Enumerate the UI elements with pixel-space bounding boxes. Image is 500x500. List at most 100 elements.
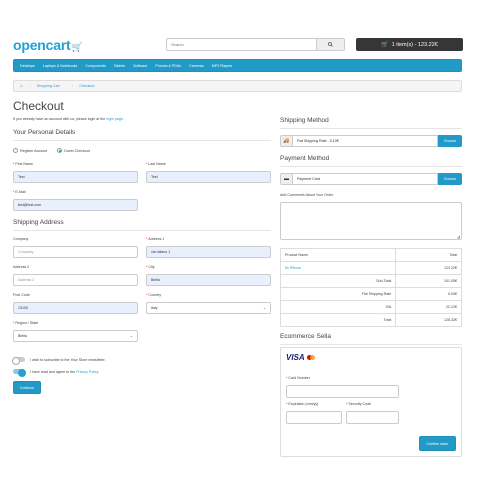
breadcrumb: ⌂ › Shopping Cart › Checkout xyxy=(13,80,462,92)
last-name-label: * Last Name xyxy=(146,162,166,166)
country-select[interactable]: Italy ⌄ xyxy=(146,302,271,314)
privacy-toggle[interactable] xyxy=(13,368,26,377)
shipping-method-row: 🚚 Flat Shipping Rate - 5.10€ Choose xyxy=(280,135,462,147)
search-input[interactable] xyxy=(167,39,316,50)
shipping-method-field[interactable]: Flat Shipping Rate - 5.10€ xyxy=(292,135,438,147)
resize-grip-icon[interactable]: ◢ xyxy=(457,234,460,239)
company-field[interactable]: Company xyxy=(13,246,138,258)
divider xyxy=(280,344,462,345)
region-select[interactable]: Biella ⌄ xyxy=(13,330,138,342)
nav-item-cameras[interactable]: Cameras xyxy=(189,64,204,68)
card-brand-logos: VISA xyxy=(286,353,315,362)
breadcrumb-checkout[interactable]: Checkout xyxy=(79,84,94,88)
city-label: * City xyxy=(146,265,155,269)
register-radio[interactable] xyxy=(13,148,18,153)
shipping-choose-button[interactable]: Choose xyxy=(438,135,462,147)
truck-icon: 🚚 xyxy=(280,135,292,147)
card-number-field[interactable] xyxy=(286,385,399,398)
column-header-total: Total xyxy=(395,248,462,262)
chevron-down-icon: ⌄ xyxy=(129,334,133,338)
postcode-field[interactable]: 13100 xyxy=(13,302,138,314)
last-name-field[interactable]: Test xyxy=(146,171,271,183)
register-option[interactable]: Register Account xyxy=(13,148,47,153)
login-note: If you already have an account with us, … xyxy=(13,117,124,121)
nav-item-tablets[interactable]: Tablets xyxy=(114,64,125,68)
payment-gateway-heading: Ecommerce Sella xyxy=(280,333,331,340)
confirm-order-button[interactable]: Confirm order xyxy=(419,436,456,451)
first-name-label: * First Name xyxy=(13,162,33,166)
row-label: IVA xyxy=(279,300,397,314)
company-label: Company xyxy=(13,237,29,241)
payment-method-row: ▬ Payment Card Choose xyxy=(280,173,462,185)
city-field[interactable]: Biella xyxy=(146,274,271,286)
address2-field[interactable]: Address 2 xyxy=(13,274,138,286)
expiration-field[interactable] xyxy=(286,411,342,424)
table-row: Flat Shipping Rate 5.00€ xyxy=(279,287,462,301)
nav-item-phones[interactable]: Phones & PDAs xyxy=(155,64,181,68)
shipping-method-heading: Shipping Method xyxy=(280,117,329,124)
main-nav: Desktops Laptops & Notebooks Components … xyxy=(13,59,462,72)
product-link[interactable]: 8x iPhone xyxy=(279,261,397,275)
newsletter-row: I wish to subscribe to the Your Store ne… xyxy=(12,356,106,365)
nav-item-software[interactable]: Software xyxy=(133,64,147,68)
table-row: 8x iPhone 123.22€ xyxy=(279,261,462,275)
address1-label: * Address 1 xyxy=(146,237,165,241)
nav-item-mp3[interactable]: MP3 Players xyxy=(212,64,232,68)
table-row: Sub-Total 101.00€ xyxy=(279,274,462,288)
cart-button[interactable]: 🛒 1 item(s) - 123.22€ xyxy=(356,38,463,51)
guest-radio[interactable] xyxy=(57,148,62,153)
cart-summary: 1 item(s) - 123.22€ xyxy=(391,41,438,48)
row-total: 101.00€ xyxy=(395,274,462,288)
row-label: Total xyxy=(279,313,397,327)
address1-field[interactable]: via milano 1 xyxy=(146,246,271,258)
address2-label: Address 2 xyxy=(13,265,30,269)
divider xyxy=(13,230,271,231)
first-name-field[interactable]: Test xyxy=(13,171,138,183)
guest-option[interactable]: Guest Checkout xyxy=(57,148,90,153)
email-field[interactable]: test@test.com xyxy=(13,199,138,211)
payment-choose-button[interactable]: Choose xyxy=(438,173,462,185)
row-total: 5.00€ xyxy=(395,287,462,301)
search-bar xyxy=(166,38,345,51)
privacy-policy-link[interactable]: Privacy Policy xyxy=(76,370,98,374)
home-icon[interactable]: ⌂ xyxy=(20,83,23,89)
logo-cart-icon: 🛒 xyxy=(71,42,83,52)
country-label: * Country xyxy=(146,293,161,297)
breadcrumb-separator-icon: › xyxy=(71,83,74,89)
security-code-label: * Security Code xyxy=(346,402,371,406)
chevron-down-icon: ⌄ xyxy=(262,306,266,310)
nav-item-components[interactable]: Components xyxy=(85,64,105,68)
row-total: 128.32€ xyxy=(395,313,462,327)
store-logo[interactable]: opencart🛒 xyxy=(13,37,83,53)
credit-card-icon: ▬ xyxy=(280,173,292,185)
row-label: Flat Shipping Rate xyxy=(279,287,397,301)
continue-button[interactable]: Continue xyxy=(13,381,41,394)
table-row: IVA 22.22€ xyxy=(279,300,462,314)
security-code-field[interactable] xyxy=(346,411,399,424)
login-link[interactable]: login page. xyxy=(106,117,124,121)
breadcrumb-shopping-cart[interactable]: Shopping Cart xyxy=(37,84,60,88)
postcode-label: Post Code xyxy=(13,293,30,297)
page-title: Checkout xyxy=(13,99,64,113)
divider xyxy=(280,166,462,167)
search-button[interactable] xyxy=(316,39,344,50)
column-header-product: Product Name xyxy=(279,248,397,262)
divider xyxy=(13,140,271,141)
comments-label: Add Comments About Your Order xyxy=(280,193,334,197)
privacy-row: I have read and agree to the Privacy Pol… xyxy=(13,368,99,377)
order-summary-table: Product Name Total 8x iPhone 123.22€ Sub… xyxy=(279,248,462,327)
table-row: Total 128.32€ xyxy=(279,313,462,327)
search-icon xyxy=(328,42,333,47)
breadcrumb-separator-icon: › xyxy=(29,83,31,89)
nav-item-laptops[interactable]: Laptops & Notebooks xyxy=(43,64,77,68)
row-total: 123.22€ xyxy=(395,261,462,275)
visa-icon: VISA xyxy=(286,353,305,362)
comments-textarea[interactable]: ◢ xyxy=(280,202,462,240)
row-label: Sub-Total xyxy=(279,274,397,288)
nav-item-desktops[interactable]: Desktops xyxy=(20,64,35,68)
payment-method-field[interactable]: Payment Card xyxy=(292,173,438,185)
expiration-label: * Expiration (mm/yy) xyxy=(286,402,319,406)
newsletter-toggle[interactable] xyxy=(12,356,25,365)
mastercard-icon xyxy=(306,355,315,360)
email-label: * E-Mail xyxy=(13,190,26,194)
